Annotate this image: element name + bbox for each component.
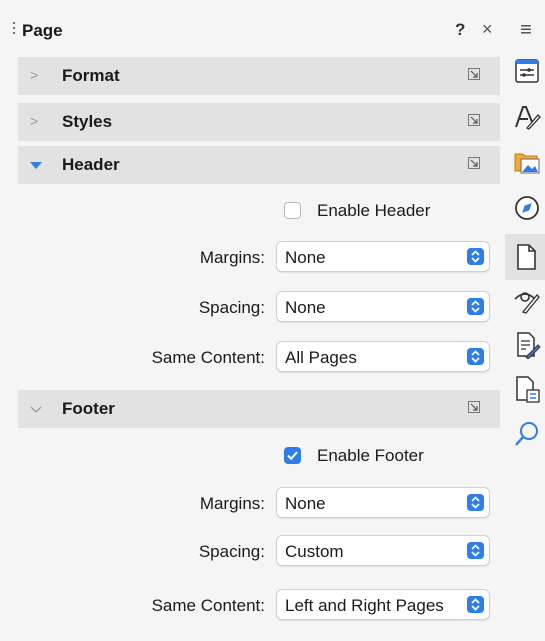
footer-margins-row: Margins: None	[0, 487, 505, 519]
more-options-icon[interactable]	[468, 68, 480, 80]
header-spacing-row: Spacing: None	[0, 291, 505, 323]
header-same-content-select[interactable]: All Pages	[276, 341, 490, 372]
help-button[interactable]: ?	[455, 20, 465, 40]
style-inspector-icon[interactable]	[513, 286, 541, 314]
chevron-down-icon	[30, 406, 42, 413]
footer-spacing-row: Spacing: Custom	[0, 535, 505, 567]
gallery-icon[interactable]	[513, 148, 541, 176]
footer-margins-label: Margins:	[199, 494, 265, 513]
header-same-content-label: Same Content:	[151, 348, 265, 367]
page-icon[interactable]	[505, 234, 545, 280]
select-value: None	[285, 298, 326, 317]
select-value: All Pages	[285, 348, 357, 367]
header-same-content-row: Same Content: All Pages	[0, 341, 505, 373]
header-margins-row: Margins: None	[0, 241, 505, 273]
footer-same-content-row: Same Content: Left and Right Pages	[0, 589, 505, 621]
select-value: Left and Right Pages	[285, 596, 444, 615]
chevron-down-icon	[30, 162, 42, 169]
section-format[interactable]: > Format	[18, 57, 500, 95]
footer-same-content-select[interactable]: Left and Right Pages	[276, 589, 490, 620]
up-down-arrows-icon	[467, 596, 484, 613]
footer-spacing-label: Spacing:	[198, 542, 265, 561]
styles-icon[interactable]	[513, 103, 541, 131]
close-button[interactable]: ×	[482, 19, 493, 40]
section-footer[interactable]: Footer	[18, 390, 500, 428]
enable-footer-checkbox[interactable]	[284, 447, 301, 464]
grip-handle-icon[interactable]	[12, 22, 16, 38]
select-value: None	[285, 248, 326, 267]
header-spacing-select[interactable]: None	[276, 291, 490, 322]
footer-margins-select[interactable]: None	[276, 487, 490, 518]
chevron-right-icon: >	[30, 67, 39, 83]
more-options-icon[interactable]	[468, 114, 480, 126]
up-down-arrows-icon	[467, 494, 484, 511]
navigator-icon[interactable]	[513, 194, 541, 222]
find-icon[interactable]	[513, 420, 541, 448]
design-icon[interactable]	[513, 375, 541, 403]
section-title: Format	[62, 66, 120, 85]
footer-same-content-label: Same Content:	[151, 596, 265, 615]
up-down-arrows-icon	[467, 542, 484, 559]
footer-spacing-select[interactable]: Custom	[276, 535, 490, 566]
select-value: Custom	[285, 542, 344, 561]
more-options-icon[interactable]	[468, 401, 480, 413]
chevron-right-icon: >	[30, 113, 39, 129]
section-title: Header	[62, 155, 120, 174]
header-margins-label: Margins:	[199, 248, 265, 267]
enable-footer-label: Enable Footer	[317, 446, 424, 465]
properties-icon[interactable]	[513, 57, 541, 85]
more-options-icon[interactable]	[468, 157, 480, 169]
deck-title: Page	[22, 21, 63, 40]
enable-header-checkbox[interactable]	[284, 202, 301, 219]
section-styles[interactable]: > Styles	[18, 103, 500, 141]
up-down-arrows-icon	[467, 298, 484, 315]
section-title: Styles	[62, 112, 113, 131]
manage-changes-icon[interactable]	[513, 331, 541, 360]
section-title: Footer	[62, 399, 115, 418]
enable-header-label: Enable Header	[317, 201, 431, 220]
header-margins-select[interactable]: None	[276, 241, 490, 272]
sidebar-tab-bar: ≡	[505, 0, 545, 641]
sidebar-menu-icon[interactable]: ≡	[515, 20, 537, 42]
checkmark-icon	[287, 451, 298, 461]
deck-title-bar: Page ? ×	[0, 0, 505, 60]
section-header[interactable]: Header	[18, 146, 500, 184]
up-down-arrows-icon	[467, 348, 484, 365]
header-spacing-label: Spacing:	[198, 298, 265, 317]
up-down-arrows-icon	[467, 248, 484, 265]
select-value: None	[285, 494, 326, 513]
